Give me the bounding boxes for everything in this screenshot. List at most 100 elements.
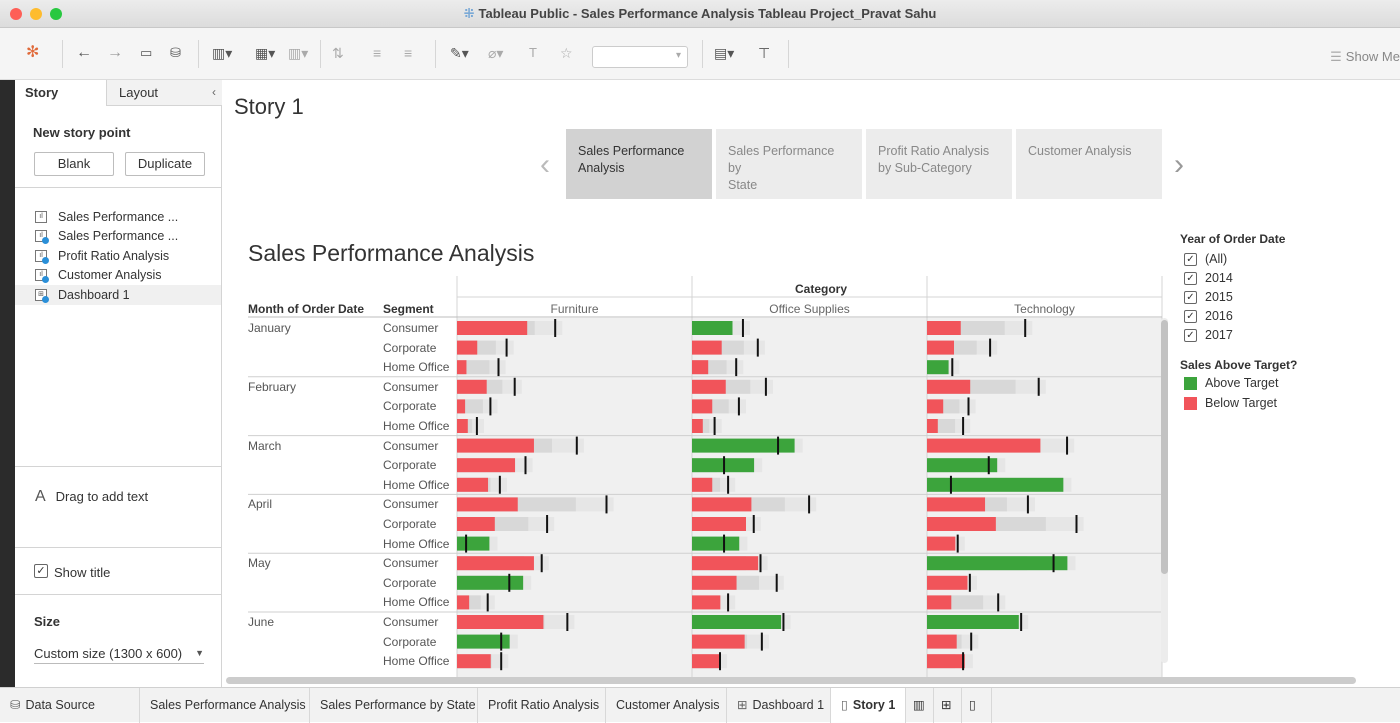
save-icon[interactable]: ▭ bbox=[140, 42, 152, 64]
show-me-button[interactable]: ☰ Show Me bbox=[1330, 49, 1400, 65]
used-check-icon bbox=[42, 257, 49, 264]
sales-bar bbox=[927, 536, 956, 551]
segment-label: Home Office bbox=[383, 595, 450, 610]
tab-customer-analysis[interactable]: Customer Analysis bbox=[606, 688, 727, 723]
segment-label: Corporate bbox=[383, 340, 437, 355]
segment-label: Consumer bbox=[383, 321, 439, 335]
collapse-pane-icon[interactable]: ‹ bbox=[212, 85, 216, 99]
legend-label: Below Target bbox=[1205, 396, 1278, 410]
swap-icon[interactable]: ⇅ bbox=[332, 42, 344, 64]
sales-bar bbox=[927, 595, 952, 610]
sheet-item-sales-performance[interactable]: ıl Sales Performance ... bbox=[15, 207, 221, 227]
target-line bbox=[475, 417, 478, 435]
dashboard-icon: ⊞ bbox=[737, 698, 748, 712]
new-worksheet-tab-icon[interactable]: ▥ bbox=[906, 688, 934, 723]
sales-bar bbox=[692, 595, 721, 610]
tab-story[interactable]: Story bbox=[15, 80, 107, 106]
target-line bbox=[752, 515, 755, 533]
show-cards-icon[interactable]: ▤▾ bbox=[714, 42, 734, 64]
undo-icon[interactable]: ← bbox=[76, 42, 92, 64]
sales-bar bbox=[927, 517, 996, 531]
drag-text-object[interactable]: A Drag to add text bbox=[35, 488, 148, 506]
tab-profit-ratio-analysis[interactable]: Profit Ratio Analysis bbox=[478, 688, 606, 723]
sales-bar bbox=[457, 595, 470, 610]
category-label-furniture: Furniture bbox=[550, 302, 599, 316]
labels-icon[interactable]: T bbox=[529, 42, 537, 64]
sales-bar bbox=[927, 419, 938, 433]
year-label: 2016 bbox=[1205, 309, 1233, 323]
segment-label: Consumer bbox=[383, 556, 439, 571]
sales-bar bbox=[457, 615, 544, 629]
tab-dashboard-1[interactable]: ⊞ Dashboard 1 bbox=[727, 688, 831, 723]
clear-sheet-icon[interactable]: ▥▾ bbox=[288, 42, 308, 64]
target-line bbox=[735, 358, 738, 377]
vertical-scrollbar[interactable] bbox=[1161, 320, 1168, 574]
new-story-point-label: New story point bbox=[33, 125, 131, 140]
size-dropdown[interactable]: Custom size (1300 x 600) ▼ bbox=[34, 646, 204, 664]
used-check-icon bbox=[42, 296, 49, 303]
used-check-icon bbox=[42, 276, 49, 283]
sales-bar bbox=[692, 556, 759, 571]
fit-dropdown[interactable]: ▾ bbox=[592, 46, 688, 68]
blank-button[interactable]: Blank bbox=[34, 152, 114, 176]
target-line bbox=[741, 319, 744, 337]
sales-bar bbox=[457, 419, 468, 433]
target-line bbox=[719, 652, 721, 671]
target-line bbox=[727, 593, 730, 612]
tableau-logo-icon[interactable]: ✻ bbox=[26, 42, 39, 64]
new-worksheet-icon[interactable]: ▥▾ bbox=[212, 42, 232, 64]
duplicate-sheet-icon[interactable]: ▦▾ bbox=[255, 42, 275, 64]
segment-label: Consumer bbox=[383, 438, 439, 453]
year-label: 2015 bbox=[1205, 290, 1233, 304]
new-story-tab-icon[interactable]: ▯ bbox=[962, 688, 992, 723]
sales-bar bbox=[692, 497, 752, 512]
tab-layout[interactable]: Layout bbox=[107, 80, 222, 105]
tab-sales-performance-analysis[interactable]: Sales Performance Analysis bbox=[140, 688, 310, 723]
target-line bbox=[949, 475, 952, 494]
target-line bbox=[997, 593, 1000, 612]
sales-bar bbox=[692, 321, 733, 335]
toolbar-separator bbox=[198, 40, 199, 68]
target-line bbox=[575, 436, 578, 455]
sheet-item-sales-performance-state[interactable]: ıl Sales Performance ... bbox=[15, 226, 221, 246]
size-label: Size bbox=[34, 614, 61, 629]
sheet-item-label: Sales Performance ... bbox=[58, 229, 179, 243]
show-title-checkbox[interactable]: ✓ bbox=[34, 564, 48, 578]
color-legend-title: Sales Above Target? bbox=[1180, 358, 1298, 372]
story-canvas: Story 1 ‹ Sales Performance Analysis Sale… bbox=[222, 80, 1400, 687]
presentation-mode-icon[interactable]: ⊤ bbox=[758, 42, 770, 64]
sort-descending-icon[interactable]: ≡ bbox=[404, 42, 412, 64]
sheet-item-dashboard-1[interactable]: ⊞ Dashboard 1 bbox=[15, 285, 221, 305]
sales-bar bbox=[457, 477, 489, 492]
tab-story-1[interactable]: ▯ Story 1 bbox=[831, 688, 906, 723]
target-line bbox=[970, 632, 973, 651]
month-column-header: Month of Order Date bbox=[248, 302, 364, 316]
horizontal-scrollbar[interactable] bbox=[226, 677, 1356, 684]
group-icon[interactable]: ⌀▾ bbox=[488, 42, 503, 64]
sales-bar bbox=[927, 634, 957, 649]
checkbox-checked-icon: ✓ bbox=[1184, 272, 1197, 285]
new-dashboard-tab-icon[interactable]: ⊞ bbox=[934, 688, 962, 723]
pane-tabs: Story Layout ‹ bbox=[15, 80, 222, 106]
sheet-item-customer-analysis[interactable]: ıl Customer Analysis bbox=[15, 265, 221, 285]
new-data-source-icon[interactable]: ⛁ bbox=[170, 42, 181, 64]
tab-data-source[interactable]: ⛁ Data Source bbox=[0, 688, 140, 723]
sort-ascending-icon[interactable]: ≡ bbox=[373, 42, 381, 64]
duplicate-button[interactable]: Duplicate bbox=[125, 152, 205, 176]
tab-label: Customer Analysis bbox=[616, 698, 720, 712]
target-line bbox=[500, 632, 503, 651]
legend-swatch bbox=[1184, 397, 1197, 410]
segment-label: Corporate bbox=[383, 458, 437, 473]
sheet-item-profit-ratio[interactable]: ıl Profit Ratio Analysis bbox=[15, 246, 221, 266]
sheet-item-label: Sales Performance ... bbox=[58, 210, 179, 224]
sales-bar bbox=[457, 654, 491, 669]
redo-icon[interactable]: → bbox=[107, 42, 123, 64]
legend-swatch bbox=[1184, 377, 1197, 390]
tab-sales-performance-by-state[interactable]: Sales Performance by State bbox=[310, 688, 478, 723]
pin-icon[interactable]: ☆ bbox=[560, 42, 573, 64]
target-line bbox=[962, 417, 965, 435]
target-line bbox=[1026, 495, 1029, 514]
highlight-icon[interactable]: ✎▾ bbox=[450, 42, 469, 64]
target-line bbox=[968, 573, 971, 592]
target-line bbox=[500, 652, 503, 671]
